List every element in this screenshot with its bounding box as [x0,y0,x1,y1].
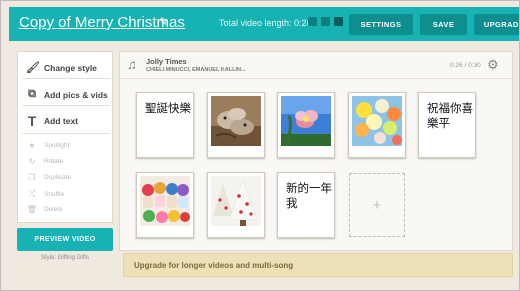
rotate-label: Rotate [44,158,64,165]
divider [22,133,110,134]
upgrade-banner[interactable]: Upgrade for longer videos and multi-song [123,253,513,277]
tile-photo-balloons[interactable] [348,92,406,158]
divider [22,78,110,79]
tile-photo-trees[interactable] [207,172,265,238]
shuffle-icon: ⤮ [28,189,36,198]
change-style-tool[interactable]: 🖌 Change style [26,61,97,74]
duplicate-icon: ❐ [28,173,36,182]
storyboard-view-icon[interactable] [334,17,343,26]
spotlight-tool[interactable]: ★ Spotlight [26,141,69,150]
text-icon: T [27,113,37,129]
add-pics-tool[interactable]: ⧉ Add pics & vids [26,88,108,101]
rotate-icon: ↻ [28,157,36,166]
add-text-label: Add text [44,116,78,126]
tile-text[interactable]: 新的一年 我 [277,172,335,238]
shuffle-tool[interactable]: ⤮ Shuffle [26,189,64,199]
photo-flower [281,96,331,146]
list-view-icon[interactable] [321,17,330,26]
photo-mice [211,96,261,146]
upgrade-button[interactable]: UPGRADE [474,14,519,35]
music-time: 0:26 / 0:30 [450,62,481,69]
add-photos-icon: ⧉ [28,88,36,100]
top-bar: Copy of Merry Christmas ✎ Total video le… [9,7,519,41]
rotate-tool[interactable]: ↻ Rotate [26,157,64,166]
spotlight-label: Spotlight [44,142,70,149]
storyboard-panel: ♫ Jolly Times CHIELI MINUCCI, EMANUEL KA… [119,51,513,251]
gear-icon[interactable]: ⚙ [487,57,499,73]
photo-christmas-trees [211,176,261,226]
upgrade-banner-text: Upgrade for longer videos and multi-song [134,261,294,270]
tile-text[interactable]: 祝福你喜樂平 [418,92,476,158]
tile-photo-dolls[interactable] [136,172,194,238]
song-title[interactable]: Jolly Times [146,57,187,66]
add-pics-label: Add pics & vids [44,89,108,100]
delete-tool[interactable]: 🗑 Delete [26,205,63,214]
tile-photo-mice[interactable] [207,92,265,158]
tile-text[interactable]: 聖誕快樂 [136,92,194,158]
duplicate-tool[interactable]: ❐ Duplicate [26,173,71,182]
change-style-label: Change style [44,62,97,73]
plus-icon: + [372,196,382,214]
pencil-icon[interactable]: ✎ [159,15,169,29]
tile-caption: 聖誕快樂 [145,101,191,115]
photo-balloons [352,96,402,146]
tile-caption: 新的一年 我 [286,181,332,210]
save-button[interactable]: SAVE [420,14,467,35]
star-icon: ★ [28,141,36,150]
grid-view-icon[interactable] [308,17,317,26]
settings-button[interactable]: SETTINGS [349,14,413,35]
music-bar: ♫ Jolly Times CHIELI MINUCCI, EMANUEL KA… [120,52,512,79]
preview-video-button[interactable]: PREVIEW VIDEO [17,228,113,251]
tile-photo-flower[interactable] [277,92,335,158]
add-text-tool[interactable]: T Add text [26,113,78,129]
tools-panel: 🖌 Change style ⧉ Add pics & vids T Add t… [17,51,113,223]
delete-label: Delete [44,206,63,213]
view-toggle [308,17,343,26]
add-slot[interactable]: + [349,173,405,237]
style-name[interactable]: Style: Gifting Gifts [17,255,113,261]
song-artist: CHIELI MINUCCI, EMANUEL KALLIN... [146,67,246,73]
duplicate-label: Duplicate [44,174,72,181]
trash-icon: 🗑 [26,205,38,214]
app-window: Copy of Merry Christmas ✎ Total video le… [0,0,520,291]
video-length: Total video length: 0:26 [219,18,312,28]
music-note-icon: ♫ [127,57,137,72]
shuffle-label: Shuffle [44,190,65,198]
tile-caption: 祝福你喜樂平 [427,101,473,130]
divider [22,105,110,106]
brush-icon: 🖌 [26,62,40,74]
photo-dolls [140,176,190,226]
